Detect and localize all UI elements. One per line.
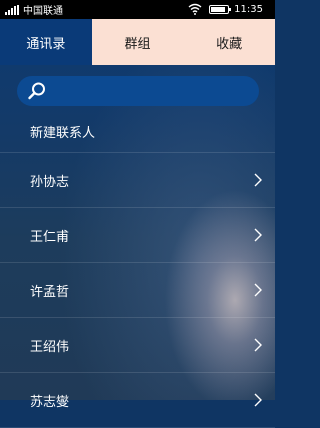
chevron-right-icon	[254, 173, 262, 187]
contact-item[interactable]: 王仁甫	[0, 208, 275, 263]
chevron-right-icon	[254, 228, 262, 242]
wifi-icon	[188, 3, 202, 15]
search-input[interactable]	[17, 76, 259, 106]
chevron-right-icon	[254, 393, 262, 407]
contact-name: 王仁甫	[30, 229, 70, 245]
contact-name: 孙协志	[30, 174, 70, 190]
status-bar: 中国联通 11:35	[0, 0, 275, 19]
chevron-right-icon	[254, 283, 262, 297]
carrier-name: 中国联通	[23, 6, 63, 17]
contact-name: 苏志燮	[30, 394, 70, 410]
tab-bar: 通讯录 群组 收藏	[0, 19, 276, 65]
contact-name: 王绍伟	[30, 339, 70, 355]
tab-favorites[interactable]: 收藏	[183, 19, 276, 65]
contact-item[interactable]: 王绍伟	[0, 318, 275, 373]
signal-icon	[5, 4, 19, 15]
contact-item[interactable]: 苏志燮	[0, 373, 275, 428]
contact-item[interactable]: 孙协志	[0, 153, 275, 208]
battery-icon	[209, 5, 231, 14]
clock: 11:35	[234, 4, 263, 15]
contact-name: 许孟哲	[30, 284, 70, 300]
search-icon	[28, 82, 45, 100]
contact-item[interactable]: 许孟哲	[0, 263, 275, 318]
tab-contacts[interactable]: 通讯录	[0, 19, 92, 65]
new-contact-button[interactable]: 新建联系人	[0, 110, 275, 153]
tab-groups[interactable]: 群组	[91, 19, 184, 65]
contact-list: 新建联系人 孙协志 王仁甫 许孟哲 王绍伟 苏志燮	[0, 110, 275, 428]
chevron-right-icon	[254, 338, 262, 352]
